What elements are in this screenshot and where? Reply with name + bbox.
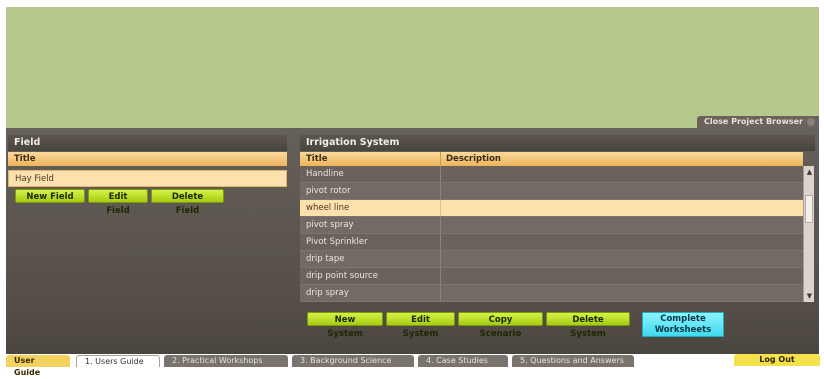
field-panel-title: Field xyxy=(14,137,41,148)
field-row[interactable]: Hay Field xyxy=(8,170,287,187)
close-project-browser-button[interactable]: Close Project Browser xyxy=(697,116,819,128)
irrigation-scrollbar[interactable]: ▲ ▼ xyxy=(803,166,814,302)
field-row-title: Hay Field xyxy=(15,174,54,184)
field-title-column[interactable]: Title xyxy=(14,152,35,166)
scroll-up-icon[interactable]: ▲ xyxy=(805,168,814,177)
irrigation-description-column[interactable]: Description xyxy=(446,152,501,166)
irrigation-row[interactable]: drip tape xyxy=(300,251,803,268)
row-title: pivot spray xyxy=(306,220,354,230)
complete-worksheets-button[interactable]: Complete Worksheets xyxy=(642,312,724,337)
row-title: drip tape xyxy=(306,254,345,264)
tab-background-science[interactable]: 3. Background Science xyxy=(292,355,414,367)
complete-label-line1: Complete xyxy=(660,314,706,324)
field-button-bar: New Field Edit Field Delete Field xyxy=(15,189,224,216)
scroll-down-icon[interactable]: ▼ xyxy=(805,292,814,301)
field-list: Hay Field xyxy=(8,170,287,187)
irrigation-row[interactable]: Pivot Sprinkler xyxy=(300,234,803,251)
row-title: wheel line xyxy=(306,203,350,213)
irrigation-panel-title: Irrigation System xyxy=(306,137,400,148)
new-field-button[interactable]: New Field xyxy=(15,189,85,203)
tab-practical-workshops[interactable]: 2. Practical Workshops xyxy=(164,355,288,367)
new-system-button[interactable]: New System xyxy=(307,312,383,339)
tab-questions-and-answers[interactable]: 5. Questions and Answers xyxy=(512,355,634,367)
row-title: drip spray xyxy=(306,288,349,298)
tab-users-guide[interactable]: 1. Users Guide xyxy=(76,355,160,367)
edit-system-button[interactable]: Edit System xyxy=(386,312,455,339)
irrigation-row[interactable]: pivot spray xyxy=(300,217,803,234)
project-browser-area: Close Project Browser xyxy=(6,7,819,128)
irrigation-row[interactable]: drip point source xyxy=(300,268,803,285)
delete-system-button[interactable]: Delete System xyxy=(546,312,630,339)
complete-label-line2: Worksheets xyxy=(654,325,712,335)
close-icon xyxy=(807,118,815,126)
edit-field-button[interactable]: Edit Field xyxy=(88,189,148,216)
delete-field-button[interactable]: Delete Field xyxy=(151,189,224,216)
row-title: drip point source xyxy=(306,271,378,281)
field-panel-header: Field xyxy=(8,135,287,151)
bottom-tab-bar: User Guide 1. Users Guide 2. Practical W… xyxy=(0,354,824,377)
scroll-thumb[interactable] xyxy=(805,195,813,223)
main-panel: Field Title Hay Field New Field Edit Fie… xyxy=(6,128,819,354)
row-title: Pivot Sprinkler xyxy=(306,237,368,247)
field-column-header[interactable]: Title xyxy=(8,152,287,166)
irrigation-row-selected[interactable]: wheel line xyxy=(300,200,803,217)
irrigation-panel-header: Irrigation System xyxy=(300,135,815,151)
user-guide-tab[interactable]: User Guide xyxy=(6,355,70,377)
log-out-button[interactable]: Log Out xyxy=(734,354,820,366)
row-title: Handline xyxy=(306,169,344,179)
copy-scenario-button[interactable]: Copy Scenario xyxy=(458,312,543,339)
irrigation-row[interactable]: drip spray xyxy=(300,285,803,302)
row-title: pivot rotor xyxy=(306,186,351,196)
tab-case-studies[interactable]: 4. Case Studies xyxy=(418,355,508,367)
close-project-browser-label: Close Project Browser xyxy=(704,117,803,126)
irrigation-row[interactable]: Handline xyxy=(300,166,803,183)
irrigation-column-header[interactable]: Title Description xyxy=(300,152,803,166)
irrigation-title-column[interactable]: Title xyxy=(306,152,327,166)
irrigation-button-bar: New System Edit System Copy Scenario Del… xyxy=(307,312,630,339)
irrigation-list: Handline pivot rotor wheel line pivot sp… xyxy=(300,166,803,302)
irrigation-row[interactable]: pivot rotor xyxy=(300,183,803,200)
